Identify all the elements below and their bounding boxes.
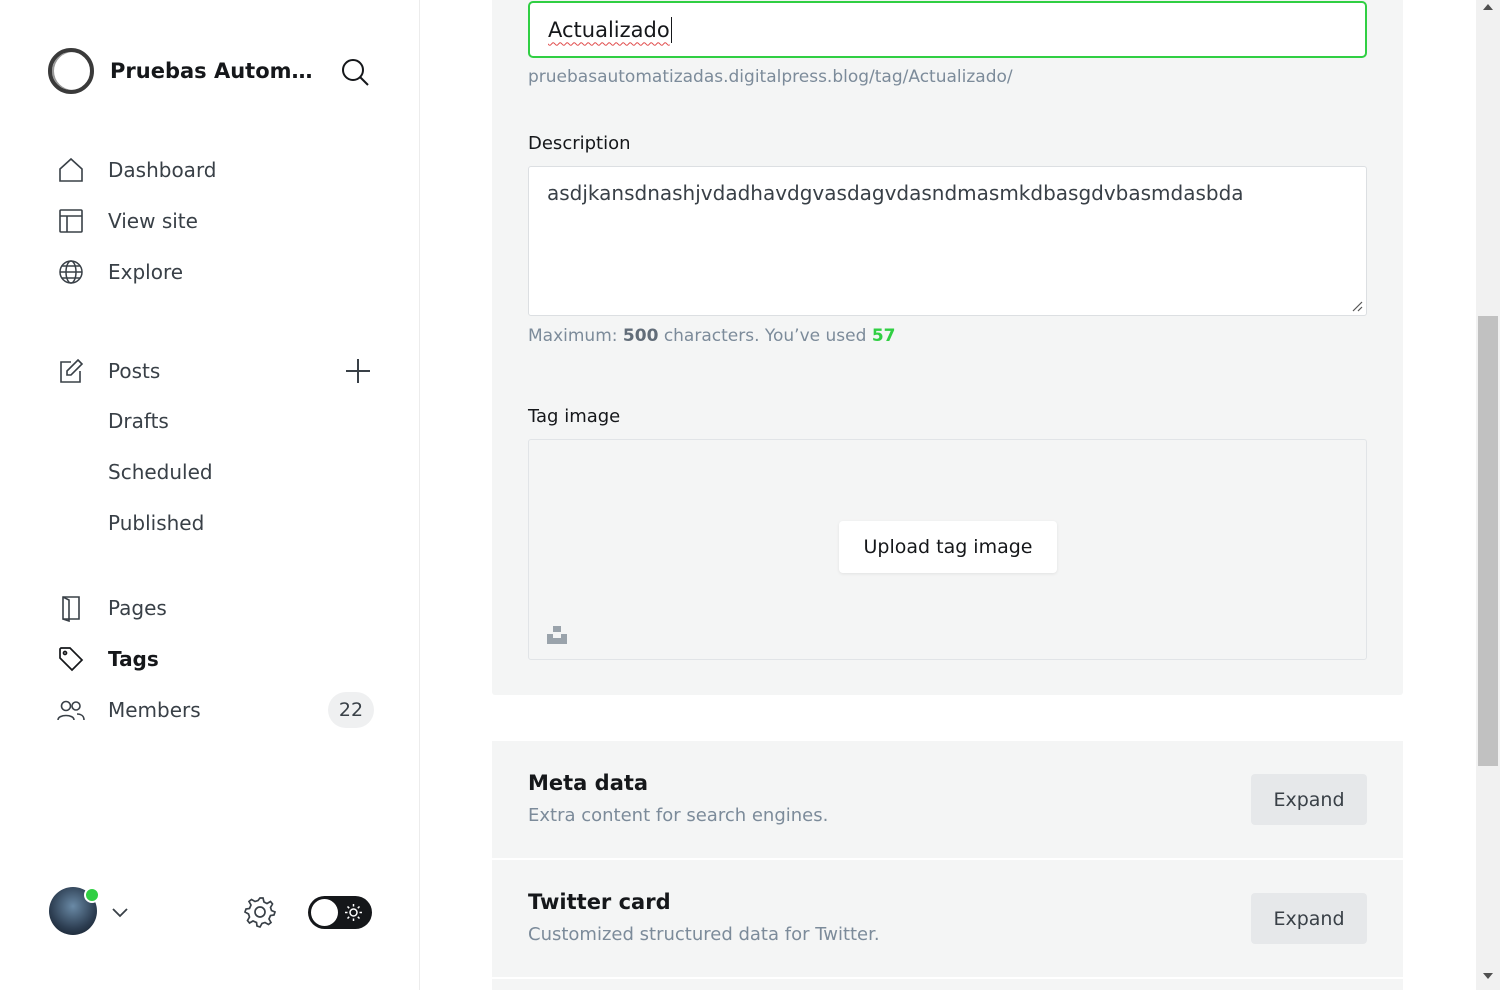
site-title: Pruebas Automatizadas (110, 59, 315, 83)
layout-icon (56, 206, 86, 236)
unsplash-icon[interactable] (546, 623, 568, 645)
members-count-badge: 22 (328, 692, 374, 728)
character-count-hint: Maximum: 500 characters. You’ve used 57 (528, 326, 895, 346)
tag-image-label: Tag image (528, 406, 621, 427)
text-caret (670, 16, 672, 43)
meta-data-title: Meta data (528, 771, 649, 795)
description-label: Description (528, 133, 631, 154)
globe-icon (56, 257, 86, 287)
nav-view-site-label: View site (108, 209, 198, 233)
sidebar: Pruebas Automatizadas Dashboard View sit… (0, 0, 420, 990)
twitter-card-section: Twitter card Customized structured data … (492, 860, 1403, 977)
theme-toggle[interactable] (308, 896, 372, 929)
twitter-card-title: Twitter card (528, 890, 671, 914)
scroll-down-arrow-icon[interactable] (1483, 973, 1493, 979)
nav-posts[interactable]: Posts (56, 351, 326, 391)
description-value: asdjkansdnashjvdadhavdgvasdagvdasndmasmk… (547, 181, 1244, 205)
toggle-knob (311, 899, 338, 926)
description-textarea[interactable]: asdjkansdnashjvdadhavdgvasdagvdasndmasmk… (528, 166, 1367, 316)
chevron-down-icon[interactable] (110, 902, 130, 922)
nav-members-label: Members (108, 698, 201, 722)
nav-tags-label: Tags (108, 647, 159, 671)
new-post-plus-icon[interactable] (344, 357, 372, 385)
tag-image-dropzone[interactable]: Upload tag image (528, 439, 1367, 660)
nav-view-site[interactable]: View site (56, 201, 376, 241)
scrollbar-thumb[interactable] (1478, 316, 1498, 766)
next-section (492, 979, 1403, 990)
hint-max: 500 (622, 326, 659, 346)
sun-icon (345, 904, 362, 921)
nav-scheduled[interactable]: Scheduled (108, 460, 213, 484)
tag-name-value: Actualizado (548, 17, 670, 42)
meta-data-expand-button[interactable]: Expand (1251, 774, 1367, 825)
nav-pages-label: Pages (108, 596, 167, 620)
nav-pages[interactable]: Pages (56, 588, 376, 628)
hint-used: 57 (871, 326, 896, 346)
scroll-up-arrow-icon[interactable] (1483, 4, 1493, 10)
main-content: Actualizado pruebasautomatizadas.digital… (420, 0, 1476, 990)
hint-middle: characters. You’ve used (663, 326, 867, 346)
nav-posts-label: Posts (108, 359, 161, 383)
page-scrollbar[interactable] (1476, 0, 1500, 990)
tag-details-card: Actualizado pruebasautomatizadas.digital… (492, 0, 1403, 695)
nav-explore-label: Explore (108, 260, 184, 284)
nav-tags[interactable]: Tags (56, 639, 376, 679)
site-logo (48, 48, 94, 94)
home-icon (56, 155, 86, 185)
resize-grip-icon[interactable] (1351, 300, 1363, 312)
search-icon[interactable] (340, 57, 370, 87)
nav-dashboard[interactable]: Dashboard (56, 150, 376, 190)
page-icon (56, 593, 86, 623)
nav-explore[interactable]: Explore (56, 252, 376, 292)
nav-members[interactable]: Members (56, 690, 316, 730)
upload-tag-image-button[interactable]: Upload tag image (839, 521, 1057, 573)
meta-data-subtitle: Extra content for search engines. (528, 805, 829, 826)
gear-icon[interactable] (243, 895, 277, 929)
members-icon (56, 695, 86, 725)
tag-slug-url: pruebasautomatizadas.digitalpress.blog/t… (528, 67, 1013, 87)
online-status-dot (84, 887, 100, 903)
site-brand[interactable]: Pruebas Automatizadas (48, 48, 315, 94)
nav-drafts[interactable]: Drafts (108, 409, 169, 433)
nav-dashboard-label: Dashboard (108, 158, 217, 182)
tag-icon (56, 644, 86, 674)
nav-published[interactable]: Published (108, 511, 204, 535)
hint-prefix: Maximum: (528, 326, 618, 346)
twitter-card-expand-button[interactable]: Expand (1251, 893, 1367, 944)
pencil-square-icon (56, 356, 86, 386)
tag-name-input[interactable]: Actualizado (528, 1, 1367, 58)
twitter-card-subtitle: Customized structured data for Twitter. (528, 924, 880, 945)
meta-data-section: Meta data Extra content for search engin… (492, 741, 1403, 858)
